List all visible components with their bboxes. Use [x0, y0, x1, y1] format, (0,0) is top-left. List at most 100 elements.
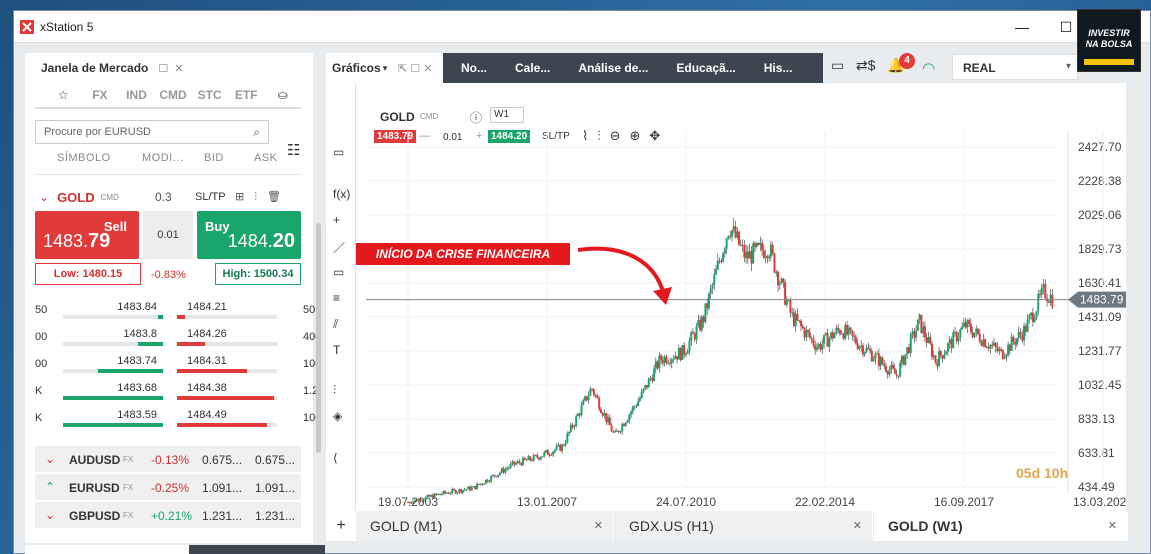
- candle: [725, 238, 728, 249]
- instrument-row[interactable]: ⌄ GBPUSD FX +0.21% 1.231... 1.231...: [35, 502, 301, 530]
- instrument-row[interactable]: ⌄ AUDUSD FX -0.13% 0.675... 0.675...: [35, 446, 301, 474]
- sell-button[interactable]: Sell 1483.79: [35, 211, 139, 259]
- connection-icon: ◠: [922, 60, 936, 77]
- gold-sltp[interactable]: SL/TP: [195, 191, 226, 203]
- volume-plus[interactable]: +: [476, 130, 482, 142]
- candle: [1015, 338, 1018, 345]
- candle: [594, 394, 597, 396]
- instrument-row[interactable]: ⌃ EURUSD FX -0.25% 1.091... 1.091...: [35, 474, 301, 502]
- candle: [599, 409, 602, 413]
- x-tick-label: 13.03.2021: [1073, 495, 1126, 509]
- chart-volume[interactable]: 0.01: [443, 132, 462, 143]
- bottom-panel-tab-dark[interactable]: [189, 545, 325, 554]
- text-tool-icon[interactable]: T: [333, 343, 340, 357]
- candle: [654, 361, 657, 369]
- depth-icon[interactable]: ⫶: [254, 191, 267, 203]
- maximize-panel-icon[interactable]: ☐: [158, 62, 168, 75]
- layers-icon[interactable]: ◈: [333, 409, 342, 423]
- channel-icon[interactable]: ⫽: [333, 317, 338, 332]
- bottom-panel-tab[interactable]: [25, 545, 189, 554]
- timeframe-select[interactable]: W1: [490, 107, 524, 123]
- volume-minus[interactable]: —: [419, 130, 430, 142]
- close-icon[interactable]: ✕: [594, 519, 603, 532]
- col-mod[interactable]: MODI...: [142, 152, 204, 164]
- chart-tab-gold-w1[interactable]: GOLD (W1) ✕: [874, 511, 1128, 541]
- charts-tab[interactable]: Gráficos ▾ ⇱ ☐ ✕: [326, 53, 443, 83]
- close-icon[interactable]: ✕: [853, 519, 862, 532]
- col-bid[interactable]: BID: [204, 152, 254, 164]
- minimize-button[interactable]: —: [1004, 11, 1040, 43]
- col-ask[interactable]: ASK: [254, 152, 278, 164]
- tab-calendar[interactable]: Cale...: [515, 61, 550, 75]
- tab-portfolio[interactable]: ⛀: [264, 88, 301, 102]
- candle: [814, 344, 817, 350]
- scrollbar[interactable]: [316, 223, 321, 453]
- share-icon[interactable]: ⟨: [333, 451, 338, 465]
- candle-chart-icon[interactable]: ⫶: [597, 128, 609, 143]
- depth-left-volume: K: [35, 385, 43, 397]
- close-panel-icon[interactable]: ✕: [174, 62, 183, 75]
- candle: [431, 495, 434, 498]
- candle: [909, 334, 912, 353]
- chart-tab-gold-m1[interactable]: GOLD (M1) ✕: [356, 511, 614, 541]
- search-icon[interactable]: ⌕: [253, 125, 260, 140]
- search-input[interactable]: Procure por EURUSD ⌕: [35, 120, 269, 144]
- move-icon[interactable]: ✥: [649, 128, 669, 143]
- tab-stc[interactable]: STC: [191, 88, 228, 102]
- zoom-in-icon[interactable]: ⊕: [630, 128, 650, 143]
- trash-icon[interactable]: 🗑: [267, 191, 291, 203]
- chart-tab-gdx-h1[interactable]: GDX.US (H1) ✕: [615, 511, 873, 541]
- candle: [922, 326, 925, 334]
- line-tool-icon[interactable]: ／: [333, 239, 345, 256]
- tab-etf[interactable]: ETF: [228, 88, 265, 102]
- candle: [688, 341, 691, 352]
- tab-education[interactable]: Educaçã...: [676, 61, 735, 75]
- volume-field[interactable]: 0.01: [143, 211, 193, 259]
- account-select[interactable]: REAL ▾: [952, 54, 1078, 80]
- rectangle-tool-icon[interactable]: ▭: [333, 265, 344, 279]
- chart-buy-button[interactable]: 1484.20: [488, 130, 531, 143]
- depth-row: 00 1483.74 1484.31 100: [25, 355, 321, 382]
- close-icon[interactable]: ✕: [1108, 519, 1117, 532]
- tab-analysis[interactable]: Análise de...: [578, 61, 648, 75]
- price-chart[interactable]: 2427.70 2228.38 2029.06 1829.73 1630.41 1431.…: [326, 83, 1126, 511]
- deposit-icon[interactable]: ⇄$: [856, 57, 876, 73]
- candle: [1012, 336, 1015, 342]
- candle: [762, 250, 765, 258]
- candle: [964, 322, 967, 328]
- indicators-icon[interactable]: f(x): [333, 187, 350, 201]
- chart-type-icon[interactable]: ▭: [333, 145, 344, 159]
- depth-left-volume: 50: [35, 304, 48, 316]
- tab-news[interactable]: No...: [461, 61, 487, 75]
- tab-history[interactable]: His...: [764, 61, 793, 75]
- depth-ask-price: 1484.26: [187, 328, 227, 340]
- gold-instrument-row[interactable]: ⌄ GOLD CMD 0.3 SL/TP ⊞⫶🗑: [25, 185, 313, 209]
- chart-sltp[interactable]: SL/TP: [542, 131, 570, 142]
- candle: [769, 244, 772, 257]
- fibonacci-icon[interactable]: ≡: [333, 291, 340, 305]
- info-icon[interactable]: ⓘ: [470, 109, 482, 126]
- tab-fx[interactable]: FX: [82, 88, 119, 102]
- buy-button[interactable]: Buy 1484.20: [197, 211, 301, 259]
- tab-favorites[interactable]: ☆: [45, 88, 82, 102]
- zoom-out-icon[interactable]: ⊖: [610, 128, 630, 143]
- line-chart-icon[interactable]: ⌇: [582, 128, 597, 143]
- col-symbol[interactable]: SÍMBOLO: [57, 152, 142, 164]
- candle: [437, 493, 440, 495]
- candle: [497, 474, 500, 477]
- dropdown-icon[interactable]: ▾: [383, 63, 388, 74]
- add-icon[interactable]: ⊞: [235, 191, 254, 203]
- add-chart-button[interactable]: +: [326, 511, 356, 541]
- chart-sell-button[interactable]: 1483.79: [374, 130, 417, 143]
- tab-ind[interactable]: IND: [118, 88, 155, 102]
- grid-view-icon[interactable]: ☷: [287, 141, 300, 159]
- popout-icon[interactable]: ⇱ ☐ ✕: [398, 62, 432, 75]
- candle: [676, 356, 679, 360]
- candle: [1049, 294, 1052, 303]
- candle: [699, 319, 702, 331]
- tab-cmd[interactable]: CMD: [155, 88, 192, 102]
- candles-icon[interactable]: ⫶: [333, 383, 336, 398]
- layout-icon[interactable]: ▭: [831, 57, 844, 73]
- candle: [711, 284, 714, 289]
- crosshair-icon[interactable]: +: [333, 213, 340, 227]
